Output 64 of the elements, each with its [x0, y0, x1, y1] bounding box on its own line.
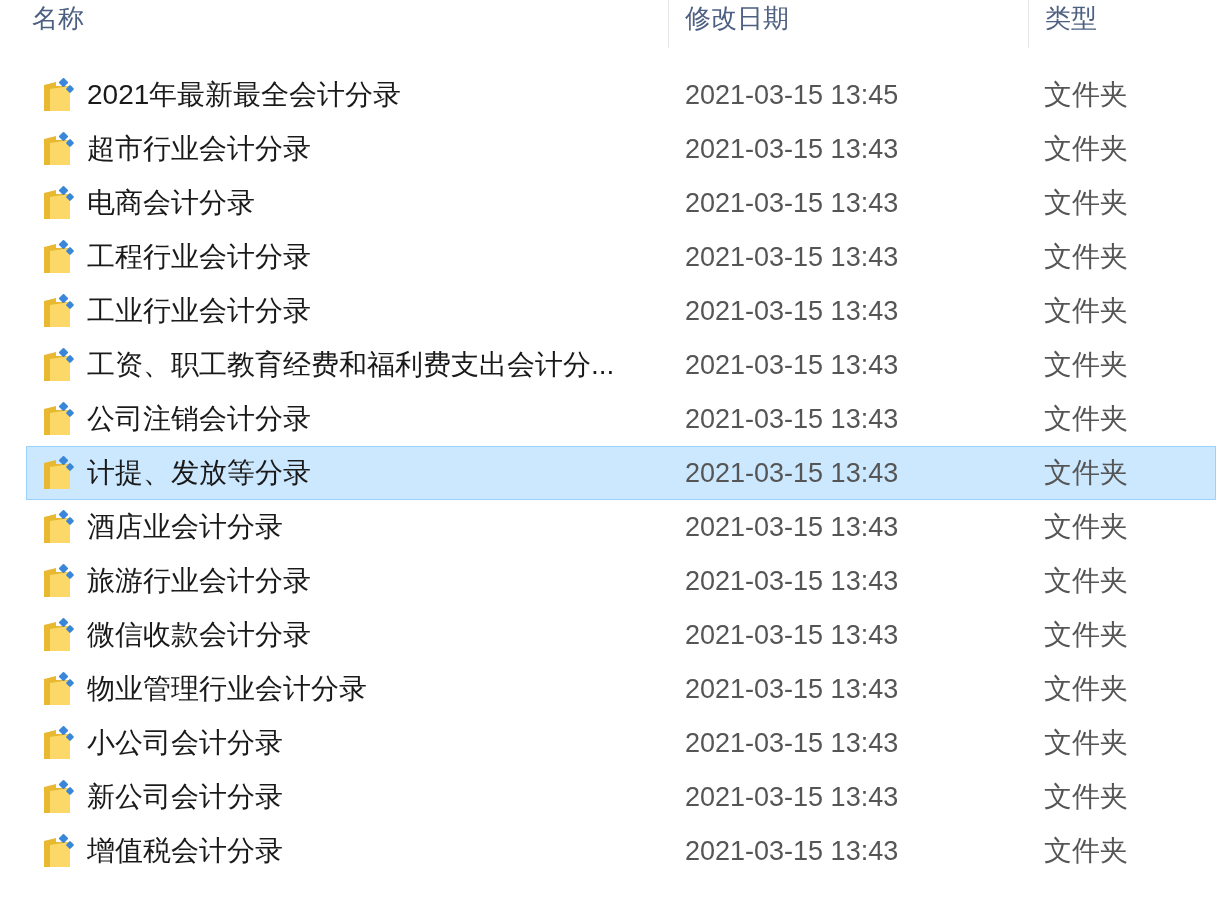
folder-name: 新公司会计分录 [87, 780, 283, 814]
modified-date: 2021-03-15 13:43 [684, 402, 900, 436]
modified-date: 2021-03-15 13:43 [684, 348, 900, 382]
modified-date: 2021-03-15 13:43 [684, 132, 900, 166]
item-type: 文件夹 [1043, 186, 1128, 220]
item-type: 文件夹 [1043, 564, 1128, 598]
folder-icon [42, 671, 76, 707]
folder-icon [42, 833, 76, 869]
folder-icon [42, 401, 76, 437]
folder-name: 2021年最新最全会计分录 [87, 78, 402, 112]
folder-icon [42, 185, 76, 221]
modified-date: 2021-03-15 13:43 [684, 564, 900, 598]
item-type: 文件夹 [1043, 618, 1128, 652]
item-type: 文件夹 [1043, 780, 1128, 814]
column-header[interactable]: 修改日期 [685, 0, 789, 36]
folder-icon [42, 347, 76, 383]
folder-icon [42, 131, 76, 167]
folder-name: 电商会计分录 [87, 186, 255, 220]
modified-date: 2021-03-15 13:43 [684, 186, 900, 220]
item-type: 文件夹 [1043, 510, 1128, 544]
item-type: 文件夹 [1043, 240, 1128, 274]
item-type: 文件夹 [1043, 672, 1128, 706]
folder-icon [42, 293, 76, 329]
modified-date: 2021-03-15 13:43 [684, 726, 900, 760]
modified-date: 2021-03-15 13:43 [684, 780, 900, 814]
modified-date: 2021-03-15 13:45 [684, 78, 900, 112]
folder-name: 计提、发放等分录 [87, 456, 311, 490]
folder-name: 公司注销会计分录 [87, 402, 311, 436]
item-type: 文件夹 [1043, 456, 1128, 490]
item-type: 文件夹 [1043, 402, 1128, 436]
folder-name: 工资、职工教育经费和福利费支出会计分... [87, 348, 615, 382]
folder-name: 微信收款会计分录 [87, 618, 311, 652]
folder-row[interactable]: 计提、发放等分录 2021-03-15 13:43 文件夹 [26, 446, 1216, 500]
modified-date: 2021-03-15 13:43 [684, 834, 900, 868]
item-type: 文件夹 [1043, 726, 1128, 760]
modified-date: 2021-03-15 13:43 [684, 240, 900, 274]
item-type: 文件夹 [1043, 132, 1128, 166]
folder-icon [42, 725, 76, 761]
modified-date: 2021-03-15 13:43 [684, 294, 900, 328]
folder-name: 增值税会计分录 [87, 834, 283, 868]
item-type: 文件夹 [1043, 294, 1128, 328]
folder-icon [42, 455, 76, 491]
folder-icon [42, 239, 76, 275]
folder-name: 物业管理行业会计分录 [87, 672, 367, 706]
column-header[interactable]: 名称 [32, 0, 84, 36]
folder-icon [42, 509, 76, 545]
modified-date: 2021-03-15 13:43 [684, 510, 900, 544]
item-type: 文件夹 [1043, 78, 1128, 112]
column-header[interactable]: 类型 [1045, 0, 1097, 36]
folder-name: 工程行业会计分录 [87, 240, 311, 274]
folder-icon [42, 563, 76, 599]
folder-icon [42, 779, 76, 815]
modified-date: 2021-03-15 13:43 [684, 456, 900, 490]
folder-name: 旅游行业会计分录 [87, 564, 311, 598]
item-type: 文件夹 [1043, 348, 1128, 382]
modified-date: 2021-03-15 13:43 [684, 672, 900, 706]
item-type: 文件夹 [1043, 834, 1128, 868]
modified-date: 2021-03-15 13:43 [684, 618, 900, 652]
folder-icon [42, 617, 76, 653]
folder-icon [42, 77, 76, 113]
folder-name: 酒店业会计分录 [87, 510, 283, 544]
folder-name: 小公司会计分录 [87, 726, 283, 760]
folder-name: 超市行业会计分录 [87, 132, 311, 166]
folder-name: 工业行业会计分录 [87, 294, 311, 328]
